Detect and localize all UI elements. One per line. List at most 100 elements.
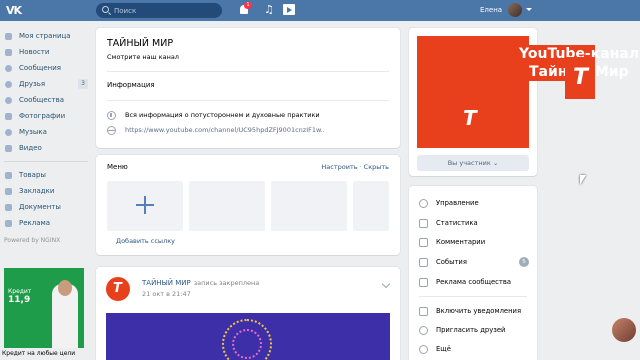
chevron-down-icon[interactable] [381, 279, 391, 289]
star-icon [4, 187, 13, 196]
post-image[interactable] [106, 313, 390, 360]
sidebar-item-groups[interactable]: Сообщества [0, 92, 92, 108]
mouse-cursor-icon [580, 175, 586, 185]
events-icon [419, 257, 428, 267]
friends-count-badge: 3 [78, 79, 88, 89]
plus-icon [136, 196, 154, 214]
video-icon [4, 144, 13, 153]
ads-icon [4, 219, 13, 228]
manage-item-notifications[interactable]: Включить уведомления [419, 304, 531, 318]
notification-badge: 1 [244, 2, 252, 9]
ad-text: Кредит 11,9 [8, 288, 31, 305]
top-bar: VK 1 ♫ Елена [0, 0, 640, 21]
sidebar-item-messages[interactable]: Сообщения [0, 60, 92, 76]
manage-item-invite[interactable]: Пригласить друзей [419, 323, 531, 337]
avatar[interactable] [508, 3, 522, 17]
news-icon [4, 48, 13, 57]
hide-link[interactable]: Скрыть [364, 163, 389, 171]
sidebar-item-music[interactable]: Музыка [0, 124, 92, 140]
menu-tile-placeholder [353, 181, 389, 231]
member-button-label: Вы участник [447, 159, 491, 167]
stats-icon [419, 218, 428, 228]
group-cover-card: T Вы участник ⌄ [409, 28, 537, 176]
search-icon [102, 6, 109, 13]
group-avatar[interactable] [106, 277, 130, 301]
manage-item-settings[interactable]: Управление [419, 196, 531, 210]
chat-avatar[interactable] [612, 318, 636, 342]
menu-card: Меню Настроить · Скрыть Добавить ссылку [96, 155, 400, 255]
configure-link[interactable]: Настроить [321, 163, 357, 171]
manage-item-label: Включить уведомления [436, 307, 522, 315]
link-row[interactable]: https://www.youtube.com/channel/UC95hpdZ… [107, 124, 325, 136]
manage-item-events[interactable]: События 5 [419, 255, 531, 269]
post-author-name[interactable]: ТАЙНЫЙ МИР [142, 279, 191, 287]
sidebar-item-label: Новости [19, 48, 50, 56]
music-player-icon[interactable]: ♫ [264, 3, 274, 16]
info-icon [107, 110, 116, 120]
add-link-tile[interactable] [107, 181, 183, 231]
vk-logo[interactable]: VK [6, 4, 26, 17]
sidebar-item-label: Документы [19, 203, 61, 211]
manage-item-label: Ещё [436, 345, 451, 353]
menu-title: Меню [107, 163, 128, 171]
ad-person-head [58, 280, 72, 296]
manage-item-label: Статистика [436, 219, 478, 227]
sidebar-item-label: Фотографии [19, 112, 66, 120]
sidebar-item-label: Закладки [19, 187, 55, 195]
manage-item-more[interactable]: Ещё [419, 342, 531, 356]
menu-actions: Настроить · Скрыть [321, 163, 389, 171]
comment-icon [419, 237, 428, 247]
play-icon[interactable] [283, 4, 295, 15]
cover-logo-mark: T [463, 106, 477, 130]
manage-item-ads[interactable]: Реклама сообщества [419, 275, 531, 289]
sidebar-item-label: Друзья [19, 80, 46, 88]
sidebar-item-news[interactable]: Новости [0, 44, 92, 60]
document-icon [4, 203, 13, 212]
gear-icon [419, 198, 428, 208]
ads-icon [419, 277, 428, 287]
ad-banner[interactable]: Кредит 11,9 [4, 268, 84, 348]
bell-icon [419, 306, 428, 316]
manage-item-label: Реклама сообщества [436, 278, 512, 286]
sidebar-item-label: Моя страница [19, 32, 71, 40]
sidebar-item-label: Музыка [19, 128, 47, 136]
invite-icon [419, 325, 428, 335]
ad-caption[interactable]: Кредит на любые цели [2, 350, 75, 357]
sidebar-item-label: Товары [19, 171, 46, 179]
sidebar-item-label: Реклама [19, 219, 51, 227]
photo-icon [4, 112, 13, 121]
friends-icon [4, 80, 13, 89]
pinned-post: ТАЙНЫЙ МИРзапись закреплена 21 окт в 21:… [96, 267, 400, 360]
powered-by-text: Powered by NGINX [4, 237, 61, 244]
manage-item-comments[interactable]: Комментарии [419, 235, 531, 249]
info-heading: Информация [107, 81, 155, 89]
sidebar-item-documents[interactable]: Документы [0, 199, 92, 215]
search-input[interactable] [114, 5, 214, 16]
market-icon [4, 171, 13, 180]
sidebar-item-photos[interactable]: Фотографии [0, 108, 92, 124]
chevron-down-icon[interactable] [526, 8, 532, 11]
sidebar-item-label: Видео [19, 144, 42, 152]
sidebar-item-ads[interactable]: Реклама [0, 215, 92, 231]
sidebar-item-my-page[interactable]: Моя страница [0, 28, 92, 44]
sidebar-item-video[interactable]: Видео [0, 140, 92, 156]
manage-item-stats[interactable]: Статистика [419, 216, 531, 230]
post-author: ТАЙНЫЙ МИР запись закреплена [142, 279, 259, 287]
manage-item-label: События [436, 258, 467, 266]
search-box[interactable] [96, 3, 222, 18]
sidebar-item-label: Сообщения [19, 64, 62, 72]
group-cover-image[interactable]: T [417, 36, 529, 148]
user-name[interactable]: Елена [480, 6, 502, 14]
add-link-label[interactable]: Добавить ссылку [116, 237, 175, 245]
sidebar-item-friends[interactable]: Друзья 3 [0, 76, 92, 92]
sidebar-item-market[interactable]: Товары [0, 167, 92, 183]
description-row: Вся информация о потустороннем и духовны… [107, 109, 320, 121]
website-link[interactable]: https://www.youtube.com/channel/UC95hpdZ… [125, 126, 325, 134]
menu-tile-placeholder [271, 181, 347, 231]
manage-item-label: Комментарии [436, 238, 486, 246]
sidebar-item-bookmarks[interactable]: Закладки [0, 183, 92, 199]
post-date[interactable]: 21 окт в 21:47 [142, 290, 191, 298]
sidebar-divider [4, 161, 88, 162]
member-status-button[interactable]: Вы участник ⌄ [417, 155, 529, 171]
separator-dot: · [359, 163, 362, 171]
